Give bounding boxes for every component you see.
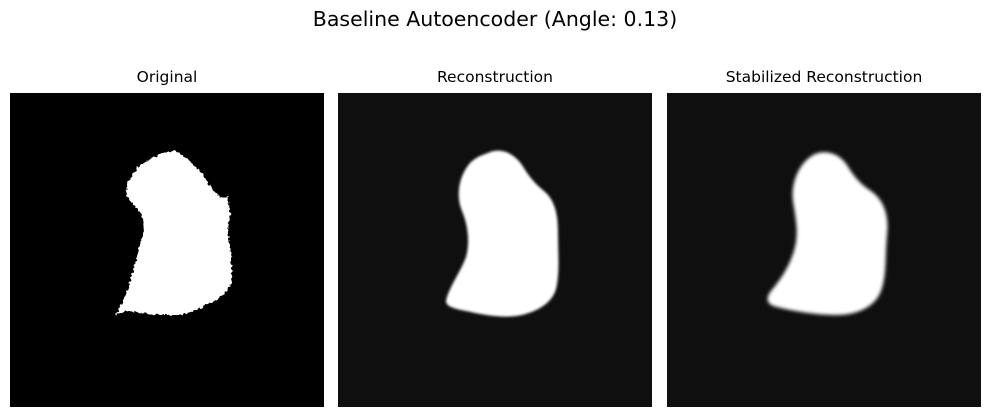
stabilized-reconstruction-panel-title: Stabilized Reconstruction	[725, 68, 923, 86]
reconstruction-image	[338, 93, 652, 407]
original-image	[10, 93, 324, 407]
reconstruction-panel-title: Reconstruction	[436, 68, 553, 86]
figure-title: Baseline Autoencoder (Angle: 0.13)	[312, 7, 678, 31]
stabilized-reconstruction-image	[667, 93, 981, 407]
original-panel-title: Original	[136, 68, 198, 86]
